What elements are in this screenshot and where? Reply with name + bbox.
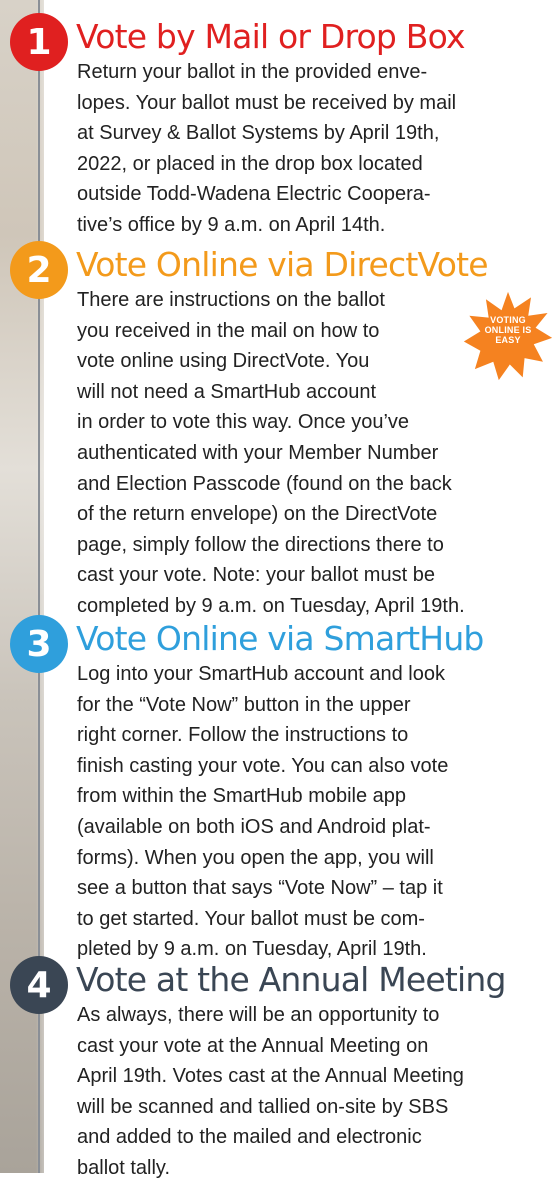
step-1-title: Vote by Mail or Drop Box xyxy=(76,17,466,56)
step-2-number-badge: 2 xyxy=(10,241,68,299)
step-3-line: forms). When you open the app, you will xyxy=(77,846,434,869)
step-3-line: from within the SmartHub mobile app xyxy=(77,785,407,808)
step-2-number: 2 xyxy=(26,249,52,291)
step-2-line: in order to vote this way. Once you’ve xyxy=(77,411,410,434)
step-1-line: Return your ballot in the provided enve- xyxy=(77,61,428,83)
step-4-body: As always, there will be an opportunity … xyxy=(77,1000,547,1184)
step-3-body: Log into your SmartHub account and look … xyxy=(77,659,547,965)
step-1-line: outside Todd-Wadena Electric Coopera- xyxy=(77,183,431,206)
step-1-line: tive’s office by 9 a.m. on April 14th. xyxy=(77,213,386,236)
step-4-line: April 19th. Votes cast at the Annual Mee… xyxy=(77,1065,464,1088)
burst-label: VOTING ONLINE IS EASY xyxy=(462,315,553,345)
step-4-line: cast your vote at the Annual Meeting on xyxy=(77,1034,429,1057)
step-3-line: see a button that says “Vote Now” – tap … xyxy=(77,877,443,900)
step-4-number-badge: 4 xyxy=(10,956,68,1014)
step-3-line: for the “Vote Now” button in the upper xyxy=(77,693,411,716)
step-3-number-badge: 3 xyxy=(10,615,68,673)
burst-line-3: EASY xyxy=(495,335,521,345)
burst-line-2: ONLINE IS xyxy=(484,325,532,335)
step-4-number: 4 xyxy=(26,964,52,1006)
step-4-title: Vote at the Annual Meeting xyxy=(76,960,506,999)
step-3-title: Vote Online via SmartHub xyxy=(76,619,484,658)
step-2-line: page, simply follow the directions there… xyxy=(77,533,444,556)
step-3-line: (available on both iOS and Android plat- xyxy=(77,815,431,838)
step-2-line: authenticated with your Member Number xyxy=(77,441,439,464)
step-1-body: Return your ballot in the provided enve-… xyxy=(77,57,547,241)
step-2-line: completed by 9 a.m. on Tuesday, April 19… xyxy=(77,594,465,617)
step-1-line: 2022, or placed in the drop box located xyxy=(77,152,423,175)
step-4-line: will be scanned and tallied on-site by S… xyxy=(77,1095,449,1118)
step-2-line: of the return envelope) on the DirectVot… xyxy=(77,503,438,526)
step-1-number-badge: 1 xyxy=(10,13,68,71)
step-1-number: 1 xyxy=(26,21,52,63)
step-1-line: lopes. Your ballot must be received by m… xyxy=(77,91,457,114)
step-3-number: 3 xyxy=(26,623,52,665)
step-4-line: As always, there will be an opportunity … xyxy=(77,1004,440,1026)
step-4-line: and added to the mailed and electronic xyxy=(77,1126,422,1149)
step-3-line: right corner. Follow the instructions to xyxy=(77,724,409,747)
step-4-line: ballot tally. xyxy=(77,1156,171,1179)
step-3-line: Log into your SmartHub account and look xyxy=(77,663,445,685)
step-3-line: finish casting your vote. You can also v… xyxy=(77,754,449,777)
step-2-line: and Election Passcode (found on the back xyxy=(77,472,452,495)
step-1-line: at Survey & Ballot Systems by April 19th… xyxy=(77,122,440,145)
step-3-line: to get started. Your ballot must be com- xyxy=(77,907,425,930)
burst-line-1: VOTING xyxy=(490,315,526,325)
step-2-title: Vote Online via DirectVote xyxy=(76,245,489,284)
step-2-line: cast your vote. Note: your ballot must b… xyxy=(77,564,435,587)
